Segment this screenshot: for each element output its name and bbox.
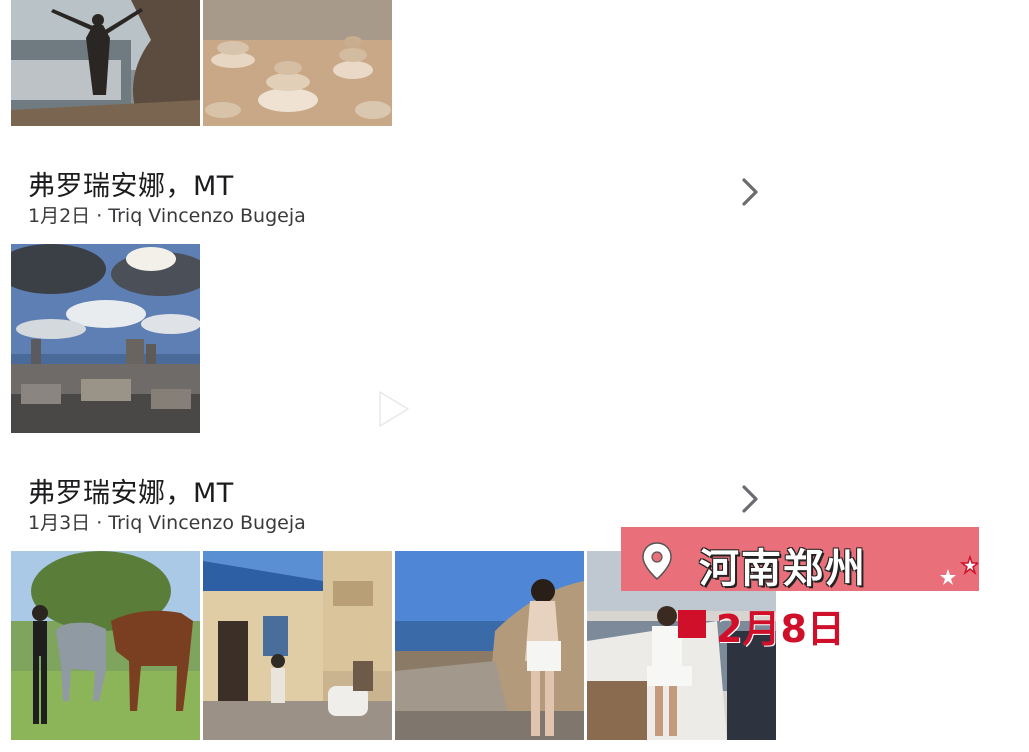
place-title: 弗罗瑞安娜，MT (28, 171, 234, 202)
star-icon (940, 555, 978, 585)
stone-stacks-photo[interactable] (203, 0, 392, 126)
street-cafe-photo[interactable] (203, 551, 392, 740)
chevron-right-icon[interactable] (736, 481, 766, 517)
location-section-header[interactable]: 弗罗瑞安娜，MT 1月3日 · Triq Vincenzo Bugeja (28, 471, 768, 534)
play-icon[interactable] (372, 388, 414, 430)
place-title: 弗罗瑞安娜，MT (28, 478, 234, 509)
location-banner: 河南郑州 (621, 527, 979, 592)
date-marker (678, 610, 706, 638)
skyline-clouds-photo[interactable] (11, 244, 200, 433)
location-section-header[interactable]: 弗罗瑞安娜，MT 1月2日 · Triq Vincenzo Bugeja (28, 164, 768, 227)
chevron-right-icon[interactable] (736, 174, 766, 210)
map-pin-icon (642, 542, 672, 580)
date-text: 2月8日 (716, 607, 845, 651)
cliff-person-photo[interactable] (11, 0, 200, 126)
rocky-beach-photo[interactable] (395, 551, 584, 740)
horse-field-photo[interactable] (11, 551, 200, 740)
place-subtitle: 1月3日 · Triq Vincenzo Bugeja (28, 512, 306, 534)
location-text: 河南郑州 (699, 546, 867, 592)
place-subtitle: 1月2日 · Triq Vincenzo Bugeja (28, 205, 306, 227)
